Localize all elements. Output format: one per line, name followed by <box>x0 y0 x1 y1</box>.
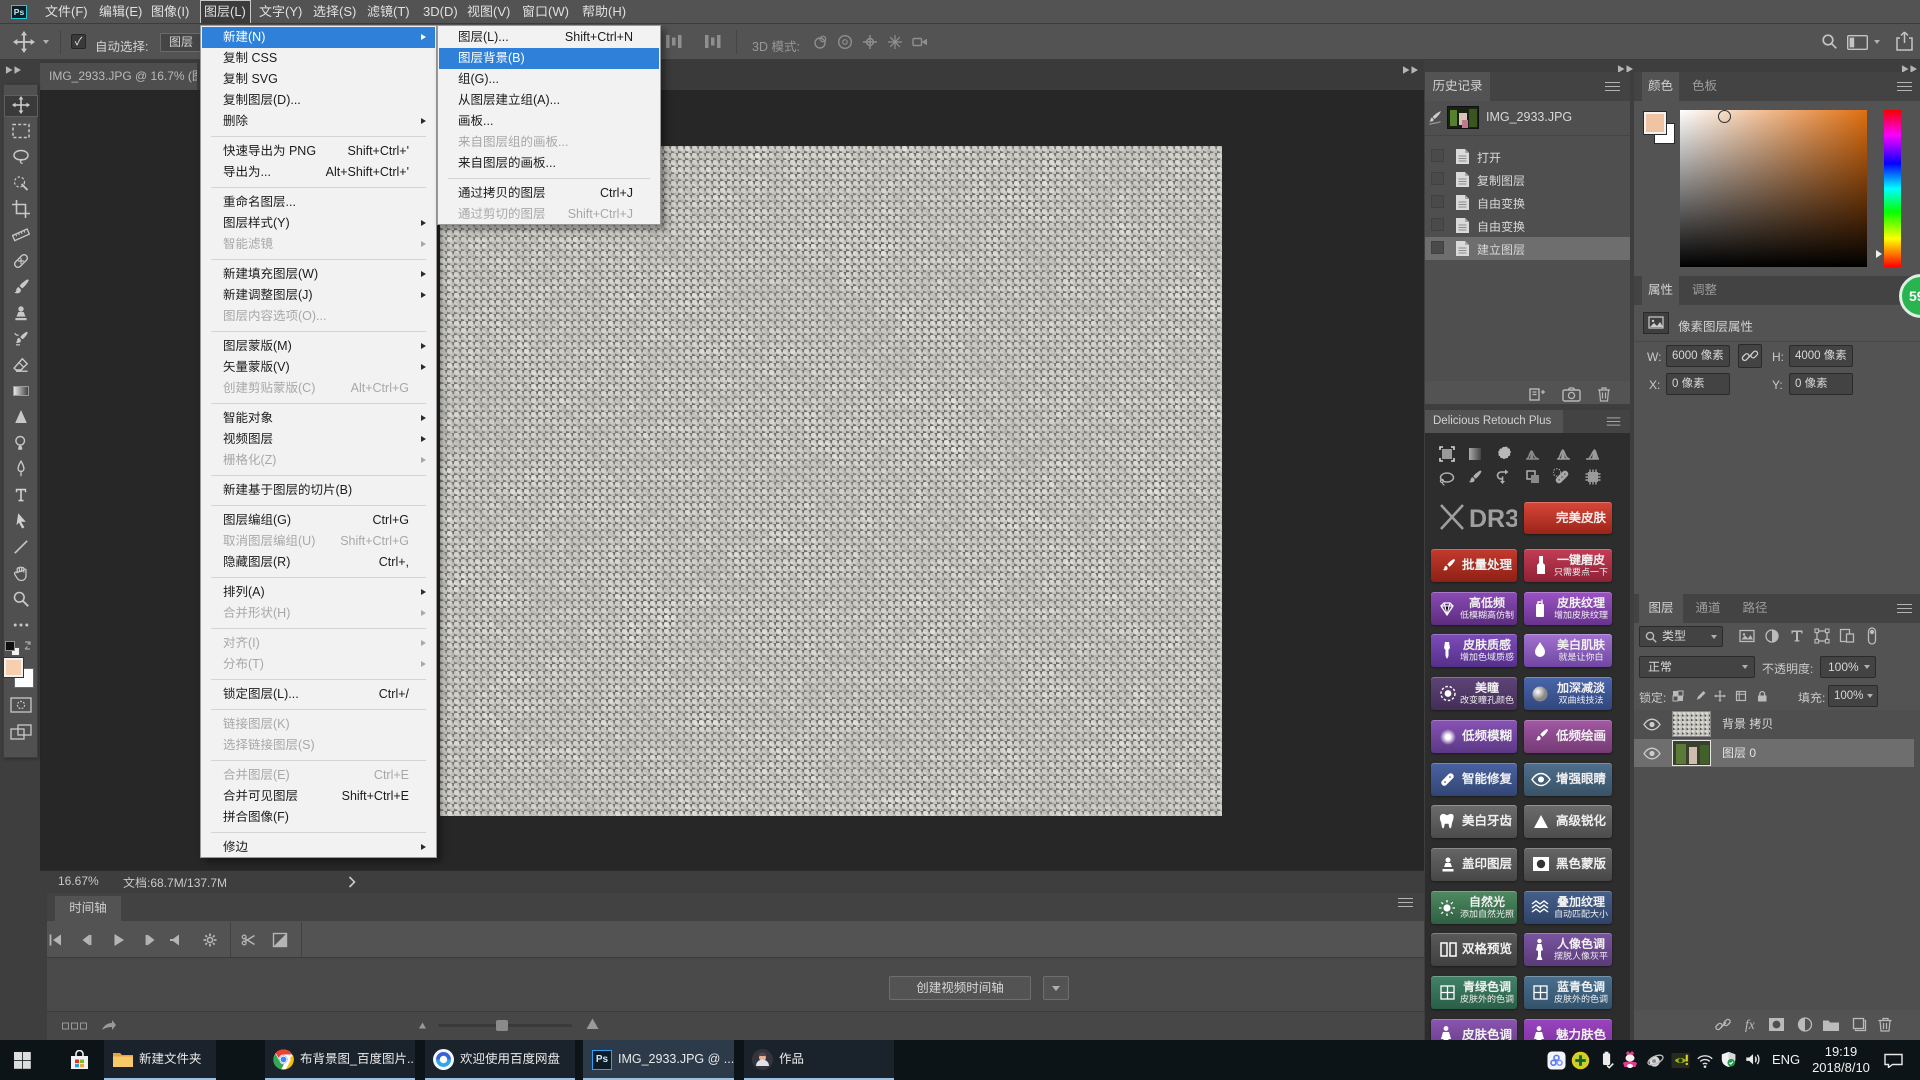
svg-text:fx: fx <box>1745 1017 1755 1032</box>
svg-text:DR3: DR3 <box>1469 505 1517 533</box>
